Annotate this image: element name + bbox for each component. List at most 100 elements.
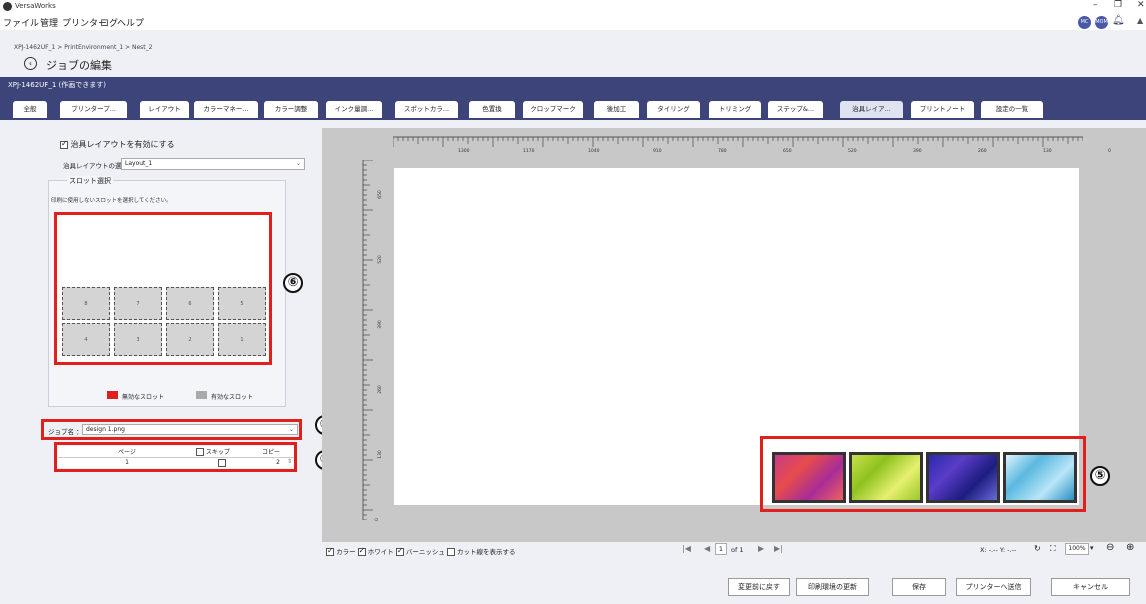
varnish-checkbox[interactable] [395,546,404,556]
tab-ink-amount[interactable]: インク量調... [326,101,382,118]
menu-manage[interactable]: 管理 [40,16,58,29]
tab-jig-layout[interactable]: 治具レイア... [840,101,903,118]
slot-6[interactable]: 6 [166,287,214,320]
valid-slot-swatch [196,391,207,399]
ruler-label: 1170 [523,149,535,154]
slot-7[interactable]: 7 [114,287,162,320]
first-page-icon[interactable]: |◀ [682,544,691,553]
enable-jig-row[interactable]: 治具レイアウトを有効にする [60,139,175,150]
job-status-text: XPJ-1462UF_1 (作画できます) [8,81,106,89]
tab-print-note[interactable]: プリントノート [911,101,974,118]
stepper-icon[interactable]: ⇕ [287,458,292,465]
slot-4[interactable]: 4 [62,323,110,356]
tab-color-replace[interactable]: 色置換 [469,101,515,118]
cutline-label: カット線を表示する [457,548,516,556]
tab-trimming[interactable]: トリミング [709,101,761,118]
app-logo-icon [3,2,12,11]
app-title: VersaWorks [15,2,56,10]
ruler-label: 390 [913,149,922,154]
tab-color-adjust[interactable]: カラー調整 [264,101,318,118]
ruler-label: 780 [718,149,727,154]
zoom-in-icon[interactable]: ⊕ [1126,542,1134,553]
slot-group-title: スロット選択 [67,176,113,186]
copies-stepper[interactable]: 2 ⇕ [248,457,294,468]
update-environment-button[interactable]: 印刷環境の更新 [796,578,869,596]
tab-crop-mark[interactable]: クロップマーク [523,101,583,118]
prev-page-icon[interactable]: ◀ [704,544,710,553]
tab-post-processing[interactable]: 後加工 [594,101,639,118]
page-count: of 1 [731,546,744,554]
jig-layout-select[interactable]: Layout_1 ⌄ [121,158,305,170]
white-checkbox[interactable] [357,546,366,556]
row-page: 1 [125,459,129,467]
cancel-button[interactable]: キャンセル [1051,578,1130,596]
ruler-label: 910 [653,149,662,154]
menu-log[interactable]: ログ [100,16,118,29]
callout-5: ⑤ [1090,466,1110,486]
tab-layout[interactable]: レイアウト [140,101,189,118]
close-icon[interactable]: ✕ [1137,0,1145,10]
design-thumbnail[interactable] [772,452,846,503]
tab-settings-list[interactable]: 設定の一覧 [981,101,1043,118]
slot-5[interactable]: 5 [218,287,266,320]
minimize-icon[interactable]: – [1093,0,1098,10]
enable-jig-checkbox[interactable] [60,139,68,149]
menu-file[interactable]: ファイル [3,16,39,29]
slot-8[interactable]: 8 [62,287,110,320]
job-name-select[interactable]: design 1.png ⌄ [82,424,298,435]
slot-3[interactable]: 3 [114,323,162,356]
view-options: カラー ホワイト バーニッシュ カット線を表示する [326,546,516,556]
design-thumbnail[interactable] [926,452,1000,503]
top-ruler [393,136,1083,147]
color-checkbox[interactable] [326,546,334,556]
view-options-bar: カラー ホワイト バーニッシュ カット線を表示する |◀ ◀ 1 of 1 ▶ … [322,542,1146,558]
tab-general[interactable]: 全般 [13,101,47,118]
refresh-icon[interactable]: ↻ [1034,544,1041,553]
invalid-slot-label: 無効なスロット [122,394,165,401]
row-skip-checkbox[interactable] [218,458,226,467]
skip-all-checkbox[interactable] [196,448,204,456]
chevron-down-icon: ⌄ [288,426,294,433]
table-row: 1 2 ⇕ [58,457,294,468]
ruler-label: 520 [848,149,857,154]
job-name-label: ジョブ名 ： [48,428,83,436]
save-button[interactable]: 保存 [892,578,946,596]
ruler-label: 1300 [458,149,470,154]
fit-icon[interactable]: ⛶ [1050,544,1056,554]
menu-help[interactable]: ヘルプ [117,16,144,29]
back-button[interactable]: ‹ [24,57,37,70]
enable-jig-label: 治具レイアウトを有効にする [70,140,175,149]
zoom-out-icon[interactable]: ⊖ [1106,542,1114,553]
jig-layout-value: Layout_1 [125,160,153,167]
cutline-checkbox[interactable] [446,548,455,556]
send-to-printer-button[interactable]: プリンターへ送信 [956,578,1031,596]
chevron-down-icon[interactable]: ▾ [1090,544,1094,552]
ruler-label: 260 [377,385,383,394]
page-table: ページ スキップ コピー 1 2 ⇕ [58,446,294,468]
warning-icon[interactable]: ▲ [1137,16,1143,25]
breadcrumb: XPJ-1462UF_1 > PrintEnvironment_1 > Nest… [14,44,153,51]
bell-icon[interactable]: 🔔︎ [1112,15,1125,26]
last-page-icon[interactable]: ▶| [774,544,783,553]
restore-icon[interactable]: ❐ [1114,0,1122,10]
tab-printer-properties[interactable]: プリンタープ... [60,101,127,118]
slot-1[interactable]: 1 [218,323,266,356]
design-thumbnail[interactable] [1003,452,1077,503]
title-bar: VersaWorks – ❐ ✕ [0,0,1146,14]
col-skip-header[interactable]: スキップ [196,446,248,457]
row-skip-cell[interactable] [196,457,248,468]
slot-2[interactable]: 2 [166,323,214,356]
valid-slot-label: 有効なスロット [211,394,254,401]
page-input[interactable]: 1 [715,543,727,555]
tab-tiling[interactable]: タイリング [647,101,700,118]
avatar[interactable]: MC [1078,16,1091,29]
avatar[interactable]: MOM [1095,16,1108,29]
tab-spot-color[interactable]: スポットカラ... [395,101,458,118]
revert-button[interactable]: 変更前に戻す [728,578,790,596]
design-thumbnail[interactable] [849,452,923,503]
tab-step-repeat[interactable]: ステップ&... [768,101,823,118]
zoom-select[interactable]: 100% [1065,543,1089,555]
tab-color-management[interactable]: カラーマネー... [194,101,258,118]
left-ruler [362,160,373,520]
next-page-icon[interactable]: ▶ [758,544,764,553]
